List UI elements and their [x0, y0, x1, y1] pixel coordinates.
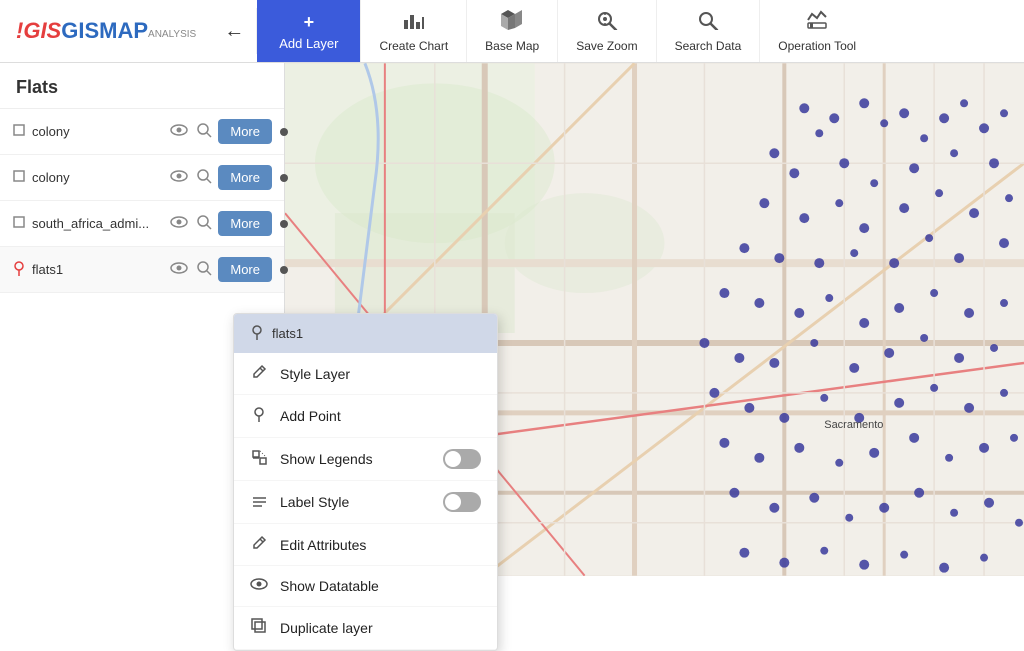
save-zoom-icon [596, 10, 618, 36]
pin-icon [250, 406, 268, 426]
save-zoom-label: Save Zoom [576, 39, 637, 53]
add-point-label: Add Point [280, 408, 481, 424]
layer-name: south_africa_admi... [32, 216, 162, 231]
visibility-icon[interactable] [168, 213, 190, 235]
context-menu: flats1 Style Layer Add Point Show Legend… [233, 313, 498, 651]
context-menu-style-layer[interactable]: Style Layer [234, 353, 497, 395]
dot-indicator [280, 174, 288, 182]
show-legends-label: Show Legends [280, 451, 431, 467]
context-menu-title: flats1 [272, 326, 303, 341]
more-button[interactable]: More [218, 257, 272, 282]
edit-icon [250, 535, 268, 554]
show-legends-toggle[interactable] [443, 449, 481, 469]
visibility-icon[interactable] [168, 259, 190, 281]
layer-item: colony More [0, 109, 284, 155]
nav-search-data[interactable]: Search Data [656, 0, 760, 62]
nav-base-map[interactable]: Base Map [466, 0, 557, 62]
basemap-icon [501, 10, 523, 36]
show-datatable-label: Show Datatable [280, 578, 481, 594]
dot-indicator [280, 220, 288, 228]
layer-name: colony [32, 170, 162, 185]
zoom-icon[interactable] [194, 258, 214, 282]
layer-actions: More [168, 165, 272, 190]
search-data-label: Search Data [675, 39, 742, 53]
search-data-icon [697, 10, 719, 36]
context-menu-label-style[interactable]: Label Style [234, 481, 497, 524]
layer-type-icon [12, 215, 26, 232]
context-menu-header: flats1 [234, 314, 497, 353]
operation-tool-icon [806, 10, 828, 36]
add-layer-label: Add Layer [279, 36, 338, 51]
context-menu-show-legends[interactable]: Show Legends [234, 438, 497, 481]
logo-icon: !GIS [16, 18, 61, 44]
context-menu-add-point[interactable]: Add Point [234, 395, 497, 438]
logo: !GISGISMAPANALYSIS [0, 0, 212, 62]
sidebar-title: Flats [0, 63, 284, 109]
style-layer-label: Style Layer [280, 366, 481, 382]
more-button[interactable]: More [218, 211, 272, 236]
logo-sub: ANALYSIS [148, 29, 196, 44]
more-button[interactable]: More [218, 165, 272, 190]
layer-item: flats1 More [0, 247, 284, 293]
layer-actions: More [168, 119, 272, 144]
nav-save-zoom[interactable]: Save Zoom [557, 0, 655, 62]
dot-indicator [280, 266, 288, 274]
zoom-icon[interactable] [194, 166, 214, 190]
add-icon: + [304, 12, 315, 33]
layer-item: south_africa_admi... More [0, 201, 284, 247]
pencil-icon [250, 364, 268, 383]
layer-type-icon [12, 260, 26, 279]
layer-type-icon [12, 123, 26, 140]
nav-create-chart[interactable]: Create Chart [360, 0, 466, 62]
svg-text:Sacramento: Sacramento [824, 419, 883, 431]
context-menu-duplicate-layer[interactable]: Duplicate layer [234, 607, 497, 650]
label-style-toggle[interactable] [443, 492, 481, 512]
zoom-icon[interactable] [194, 120, 214, 144]
logo-brand: GISMAP [61, 18, 148, 44]
chart-icon [403, 10, 425, 36]
duplicate-icon [250, 618, 268, 638]
label-style-icon [250, 494, 268, 511]
zoom-icon[interactable] [194, 212, 214, 236]
context-menu-show-datatable[interactable]: Show Datatable [234, 566, 497, 607]
visibility-icon[interactable] [168, 121, 190, 143]
layer-item: colony More [0, 155, 284, 201]
dot-indicator [280, 128, 288, 136]
nav-operation-tool[interactable]: Operation Tool [759, 0, 874, 62]
more-button[interactable]: More [218, 119, 272, 144]
layer-actions: More [168, 257, 272, 282]
layer-actions: More [168, 211, 272, 236]
edit-attributes-label: Edit Attributes [280, 537, 481, 553]
top-nav: !GISGISMAPANALYSIS ← + Add Layer Create … [0, 0, 1024, 63]
add-layer-button[interactable]: + Add Layer [257, 0, 360, 62]
context-pin-icon [250, 324, 264, 343]
layer-type-icon [12, 169, 26, 186]
duplicate-layer-label: Duplicate layer [280, 620, 481, 636]
legends-icon [250, 450, 268, 469]
operation-tool-label: Operation Tool [778, 39, 856, 53]
base-map-label: Base Map [485, 39, 539, 53]
back-button[interactable]: ← [212, 0, 256, 62]
create-chart-label: Create Chart [379, 39, 448, 53]
layer-name: flats1 [32, 262, 162, 277]
layer-name: colony [32, 124, 162, 139]
context-menu-edit-attributes[interactable]: Edit Attributes [234, 524, 497, 566]
layer-list: colony More colony [0, 109, 284, 293]
visibility-icon[interactable] [168, 167, 190, 189]
eye-icon [250, 577, 268, 595]
label-style-label: Label Style [280, 494, 431, 510]
main-layout: Flats colony More [0, 63, 1024, 576]
